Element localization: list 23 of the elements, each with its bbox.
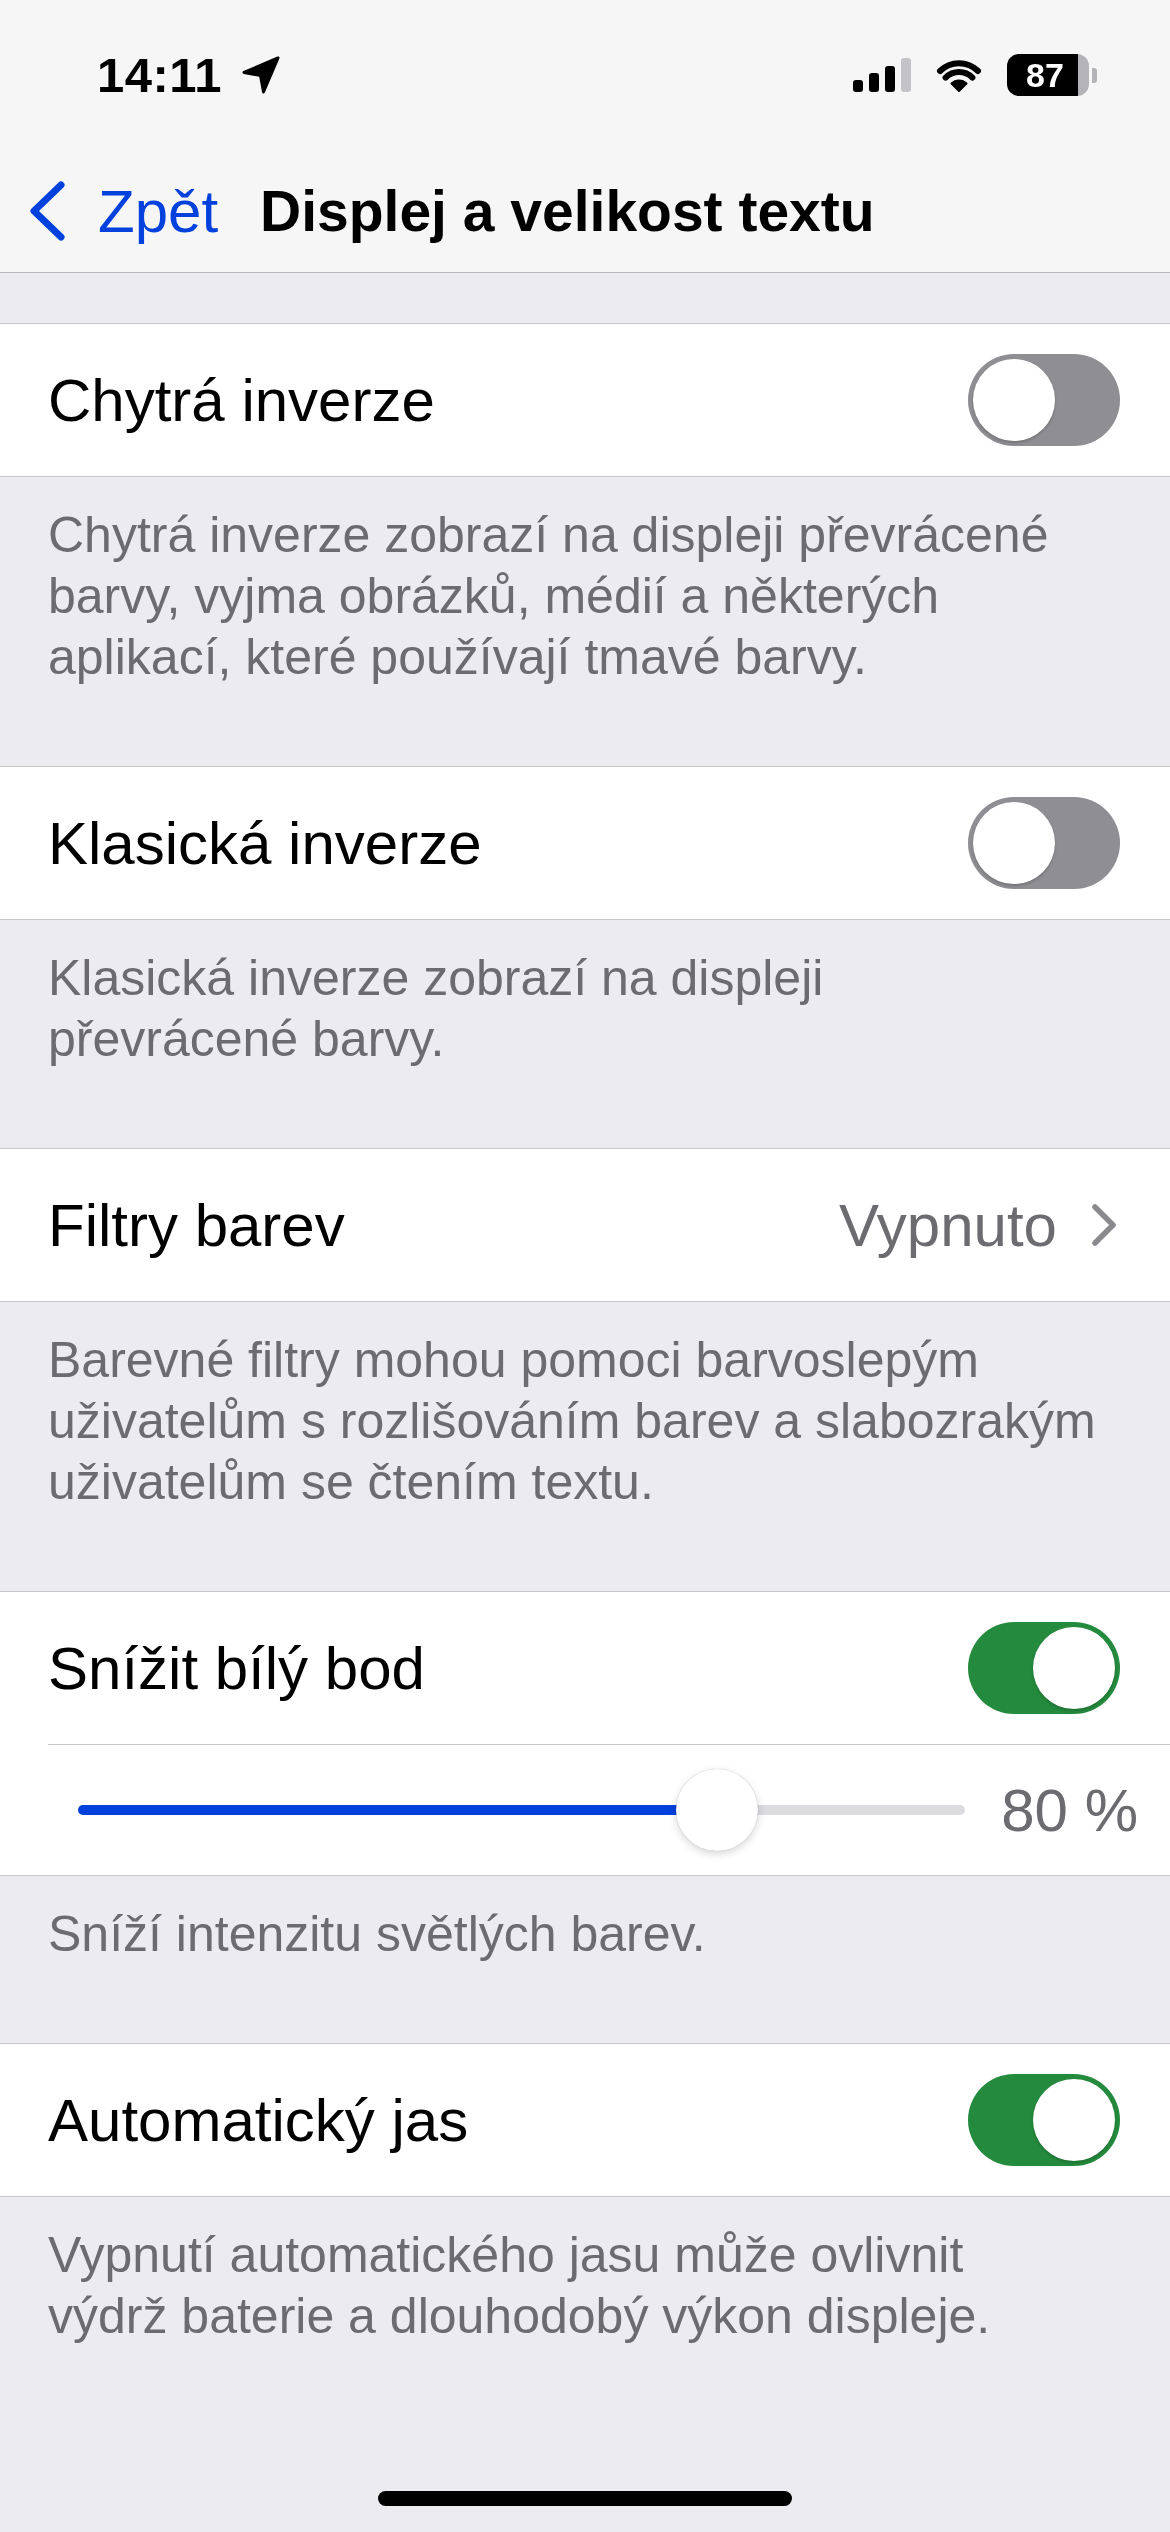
setting-label: Snížit bílý bod — [48, 1633, 425, 1703]
slider-value: 80 % — [1001, 1775, 1138, 1845]
battery-indicator: 87 — [1007, 54, 1097, 96]
setting-label: Chytrá inverze — [48, 365, 435, 435]
chevron-left-icon — [28, 180, 66, 242]
back-button[interactable]: Zpět — [28, 176, 219, 246]
page-title: Displej a velikost textu — [260, 178, 875, 244]
setting-value: Vypnuto — [839, 1190, 1057, 1260]
signal-icon — [853, 58, 911, 92]
status-time: 14:11 — [97, 47, 223, 103]
section-footnote: Chytrá inverze zobrazí na displeji převrácené barvy, vyjma obrázků, médií a některých aplikací, které používají tmavé barvy. — [47, 506, 1050, 687]
section-footnote: Sníží intenzitu světlých barev. — [47, 1905, 707, 1964]
setting-label: Automatický jas — [48, 2085, 469, 2155]
setting-label: Filtry barev — [48, 1190, 345, 1260]
wifi-icon — [936, 58, 982, 92]
chevron-right-icon — [1091, 1203, 1117, 1247]
slider-track[interactable] — [78, 1769, 966, 1851]
location-arrow-icon — [241, 55, 282, 95]
slider-thumb[interactable] — [675, 1769, 758, 1851]
section-footnote: Vypnutí automatického jasu může ovlivnit výdrž baterie a dlouhodobý výkon displeje. — [47, 2226, 992, 2346]
setting-label: Klasická inverze — [48, 808, 482, 878]
section-footnote: Barevné filtry mohou pomoci barvoslepým uživatelům s rozlišováním barev a slabozrakým uživatelům se čtením textu. — [47, 1331, 1097, 1512]
section-footnote: Klasická inverze zobrazí na displeji převrácené barvy. — [47, 949, 825, 1069]
